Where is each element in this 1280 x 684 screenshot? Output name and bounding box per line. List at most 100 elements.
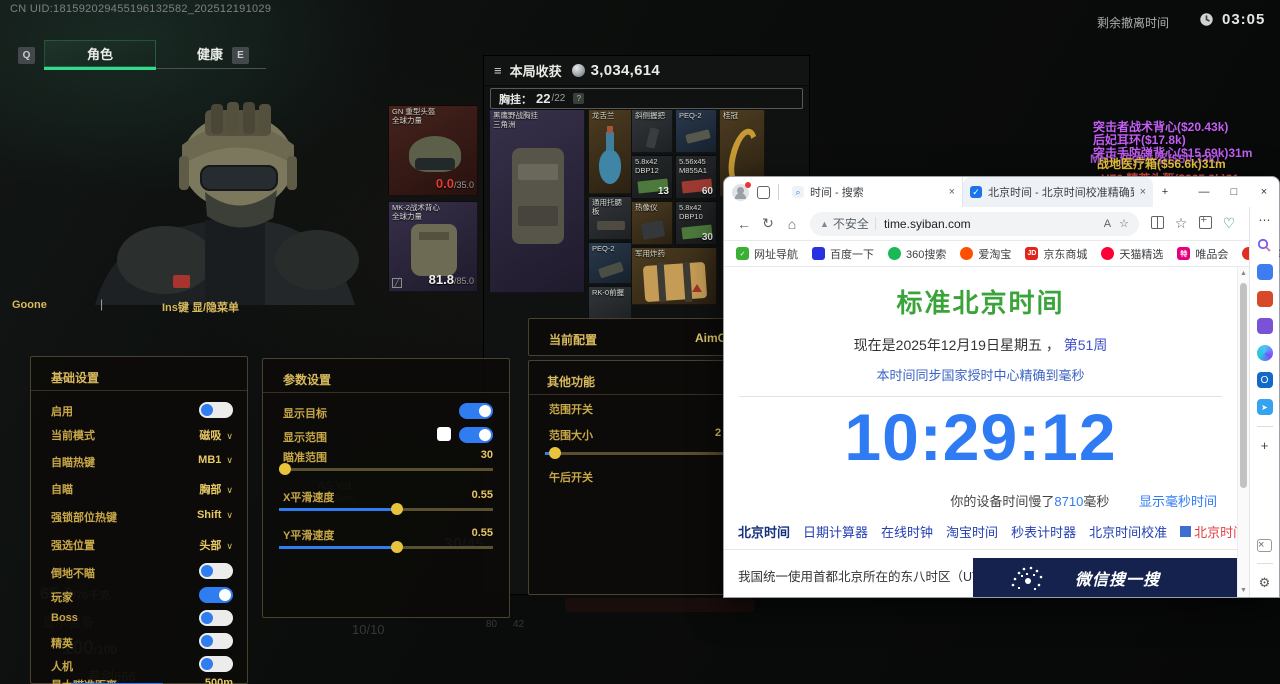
- favorite-icon[interactable]: ☆: [1119, 217, 1129, 230]
- aimkey-select[interactable]: MB1∨: [198, 454, 233, 466]
- link-online-clock[interactable]: 在线时钟: [881, 522, 933, 541]
- sidebar-add-icon[interactable]: +: [1261, 438, 1269, 453]
- row-bot-label: 人机: [51, 658, 73, 674]
- workspaces-icon[interactable]: [757, 186, 770, 199]
- item-thermal[interactable]: 热像仪: [631, 201, 673, 245]
- equip-slot-helmet[interactable]: GN 重型头盔全球力量 0.0/35.0: [388, 105, 478, 196]
- sync-link[interactable]: 本时间同步国家授时中心精确到毫秒: [724, 365, 1237, 384]
- favorites-bar-icon[interactable]: ☆: [1169, 215, 1193, 232]
- player-toggle[interactable]: [199, 587, 233, 603]
- item-rk0-grip[interactable]: RK-0前握: [588, 286, 632, 321]
- item-explosive[interactable]: 军用炸药: [631, 247, 717, 305]
- key-hint-e[interactable]: E: [232, 47, 249, 64]
- profile-avatar[interactable]: [732, 184, 749, 201]
- link-beijing-time[interactable]: 北京时间: [738, 522, 790, 541]
- people-icon[interactable]: [1257, 318, 1273, 334]
- item-angled-grip[interactable]: 斜侧握把: [631, 109, 673, 153]
- shopping-tag-icon[interactable]: [1257, 264, 1273, 280]
- chest-rig-pouch-art2: [518, 206, 558, 226]
- url-text[interactable]: time.syiban.com: [884, 217, 1096, 231]
- link-time-calibrate[interactable]: 北京时间校准: [1089, 522, 1167, 541]
- link-taobao-time[interactable]: 淘宝时间: [946, 522, 998, 541]
- item-tequila[interactable]: 龙舌兰: [588, 109, 632, 194]
- scroll-up-icon[interactable]: ▲: [1238, 270, 1249, 277]
- item-peq2-b[interactable]: PEQ-2: [675, 109, 717, 153]
- item-ammo-m855a1[interactable]: 5.56x45M855A1 60: [675, 155, 717, 199]
- bookmark-jd[interactable]: JD京东商城: [1025, 246, 1087, 262]
- enable-toggle[interactable]: [199, 402, 233, 418]
- copilot-icon[interactable]: [1257, 345, 1273, 361]
- show-range-toggle[interactable]: [459, 427, 493, 443]
- menu-toggle-hint: Ins键 显/隐菜单: [162, 299, 239, 315]
- mode-select[interactable]: 磁吸∨: [199, 427, 233, 443]
- aimrange-slider[interactable]: [279, 463, 493, 475]
- window-close-button[interactable]: ×: [1249, 178, 1279, 206]
- bot-toggle[interactable]: [199, 656, 233, 672]
- tab-character[interactable]: 角色: [44, 40, 156, 67]
- bookmark-baidu[interactable]: 百度一下: [812, 246, 874, 262]
- help-icon[interactable]: ?: [573, 93, 584, 104]
- bookmark-360[interactable]: 360搜索: [888, 246, 946, 262]
- show-range-checkbox[interactable]: [437, 427, 451, 441]
- page-title: 标准北京时间: [724, 283, 1237, 320]
- ysmooth-slider[interactable]: [279, 541, 493, 553]
- key-hint-q[interactable]: Q: [18, 47, 35, 64]
- new-tab-button[interactable]: +: [1153, 178, 1177, 206]
- read-aloud-icon[interactable]: A: [1104, 218, 1111, 230]
- browser-tab-search[interactable]: ⌕ 时间 - 搜索 ×: [785, 177, 963, 207]
- home-button[interactable]: ⌂: [780, 216, 804, 232]
- item-cheek-rest[interactable]: 通用托腮板: [588, 196, 632, 240]
- minimize-button[interactable]: —: [1189, 178, 1219, 206]
- maximize-button[interactable]: □: [1219, 178, 1249, 206]
- bookmark-favicon: [888, 247, 901, 260]
- tools-icon[interactable]: [1257, 291, 1273, 307]
- xsmooth-slider[interactable]: [279, 503, 493, 515]
- browser-tab-beijing-time[interactable]: ✓ 北京时间 - 北京时间校准精确到… ×: [963, 177, 1153, 207]
- sidebar-search-icon[interactable]: [1257, 238, 1272, 253]
- menu-icon[interactable]: ≡: [494, 63, 502, 78]
- aim-part-select[interactable]: 胸部∨: [199, 481, 233, 497]
- reload-button[interactable]: ↻: [756, 215, 780, 232]
- link-stopwatch[interactable]: 秒表计时器: [1011, 522, 1076, 541]
- bookmark-tmall[interactable]: 天猫精选: [1101, 246, 1163, 262]
- bookmark-hao123[interactable]: ✓网址导航: [736, 246, 798, 262]
- bookmark-taobao[interactable]: 爱淘宝: [960, 246, 1011, 262]
- address-bar[interactable]: ▲ 不安全 time.syiban.com A ☆: [810, 212, 1139, 236]
- forcepos-select[interactable]: 头部∨: [199, 537, 233, 553]
- row-rangeswitch-label: 范围开关: [549, 401, 593, 417]
- item-ammo-dbp12[interactable]: 5.8x42DBP12 13: [631, 155, 673, 199]
- scroll-down-icon[interactable]: ▼: [1238, 587, 1249, 594]
- equip-slot-vest[interactable]: MK-2战术背心全球力量 ╱ 81.8/85.0: [388, 201, 478, 292]
- drop-icon[interactable]: ➤: [1257, 399, 1273, 415]
- page-scrollbar[interactable]: ▲ ▼: [1237, 267, 1249, 597]
- link-sync-helper[interactable]: 北京时间同步助手: [1180, 522, 1237, 541]
- bookmark-vip[interactable]: 特唯品会: [1177, 246, 1228, 262]
- outlook-icon[interactable]: O: [1257, 372, 1273, 388]
- item-peq2-a[interactable]: PEQ-2: [588, 242, 632, 284]
- screen: CN UID:181592029455196132582_20251219102…: [0, 0, 1280, 684]
- collections-icon[interactable]: [1199, 216, 1212, 229]
- item-ammo-dbp10[interactable]: 5.8x42DBP10 30: [675, 201, 717, 245]
- show-ms-link[interactable]: 显示毫秒时间: [1139, 494, 1217, 509]
- browser-essentials-icon[interactable]: ♡: [1217, 215, 1241, 232]
- lockkey-select[interactable]: Shift∨: [197, 509, 233, 521]
- scrollbar-thumb[interactable]: [1240, 283, 1247, 488]
- item-chest-rig[interactable]: 黑鹰野战胸挂三角洲: [489, 109, 585, 293]
- back-button[interactable]: ←: [732, 216, 756, 232]
- link-date-calc[interactable]: 日期计算器: [803, 522, 868, 541]
- wechat-banner[interactable]: 微信搜一搜: [973, 558, 1237, 597]
- settings-gear-icon[interactable]: ⚙: [1259, 575, 1271, 591]
- image-placeholder-icon[interactable]: ×: [1257, 539, 1272, 552]
- tab-close-icon[interactable]: ×: [949, 186, 955, 198]
- boss-toggle[interactable]: [199, 610, 233, 626]
- downed-toggle[interactable]: [199, 563, 233, 579]
- chest-rig-bar[interactable]: 胸挂： 22 /22 ?: [490, 88, 803, 109]
- more-icon[interactable]: ⋯: [1259, 213, 1271, 227]
- elite-toggle[interactable]: [199, 633, 233, 649]
- split-screen-icon[interactable]: [1151, 216, 1164, 229]
- tab-close-icon[interactable]: ×: [1140, 186, 1146, 198]
- week-link[interactable]: 第51周: [1064, 337, 1108, 353]
- chevron-down-icon: ∨: [226, 541, 233, 551]
- page-content: 标准北京时间 现在是2025年12月19日星期五 ， 第51周 本时间同步国家授…: [724, 267, 1237, 597]
- show-target-toggle[interactable]: [459, 403, 493, 419]
